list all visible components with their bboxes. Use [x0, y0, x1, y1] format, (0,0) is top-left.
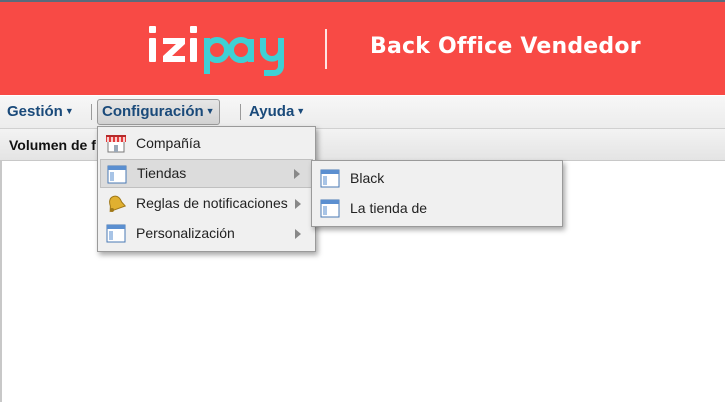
caret-down-icon: ▼: [64, 106, 74, 116]
header-top-border: [0, 0, 725, 2]
window-icon: [320, 169, 340, 188]
caret-down-icon: ▼: [205, 106, 215, 116]
menu-separator: [240, 104, 241, 120]
izipay-logo: [149, 26, 284, 76]
submenu-arrow-icon: [295, 229, 301, 239]
configuracion-dropdown: Compañía Tiendas Reglas de notificacione…: [97, 126, 316, 252]
menu-gestion-label: Gestión: [7, 103, 63, 120]
submenu-arrow-icon: [295, 199, 301, 209]
tiendas-submenu: Black La tienda de: [311, 160, 563, 227]
caret-down-icon: ▼: [296, 106, 306, 116]
menu-item-tiendas[interactable]: Tiendas: [100, 159, 313, 188]
menu-item-reglas-notificaciones[interactable]: Reglas de notificaciones: [100, 189, 313, 218]
window-icon: [106, 224, 126, 243]
menu-separator: [91, 104, 92, 120]
submenu-item-black[interactable]: Black: [314, 164, 560, 193]
menu-item-compania[interactable]: Compañía: [100, 129, 313, 158]
content-left-border: [0, 160, 2, 402]
window-icon: [107, 165, 127, 184]
submenu-item-label: La tienda de: [350, 200, 428, 216]
menu-ayuda[interactable]: Ayuda ▼: [245, 101, 309, 123]
menu-configuracion[interactable]: Configuración ▼: [97, 99, 220, 125]
panel-tab-title[interactable]: Volumen de f: [9, 137, 96, 153]
submenu-item-label: Black: [350, 170, 385, 186]
menu-ayuda-label: Ayuda: [249, 103, 295, 120]
menu-item-label: Personalización: [136, 225, 235, 241]
submenu-item-la-tienda-de[interactable]: La tienda de: [314, 194, 560, 223]
app-header: Back Office Vendedor: [0, 0, 725, 95]
menu-item-personalizacion[interactable]: Personalización: [100, 219, 313, 248]
shop-icon: [106, 135, 126, 153]
submenu-arrow-icon: [294, 169, 300, 179]
logo-divider: [325, 29, 327, 69]
app-title: Back Office Vendedor: [370, 34, 641, 59]
window-icon: [320, 199, 340, 218]
menu-configuracion-label: Configuración: [102, 103, 204, 120]
menu-gestion[interactable]: Gestión ▼: [3, 101, 78, 123]
menu-item-label: Tiendas: [137, 165, 187, 181]
bell-icon: [109, 195, 126, 213]
menu-item-label: Compañía: [136, 135, 201, 151]
menubar: Gestión ▼ Configuración ▼ Ayuda ▼: [0, 96, 725, 129]
menu-item-label: Reglas de notificaciones: [136, 195, 288, 211]
